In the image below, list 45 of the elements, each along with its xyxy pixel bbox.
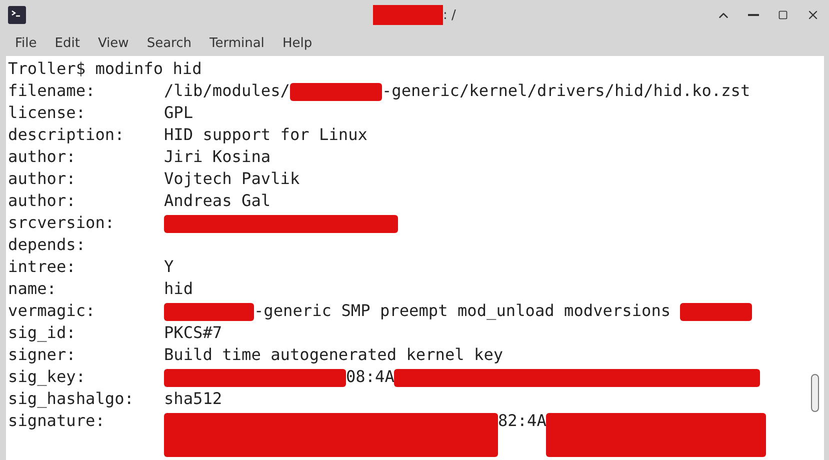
field-label: author: (8, 191, 76, 210)
menu-item[interactable]: View (88, 32, 138, 54)
field-value: 08:4A (346, 366, 394, 388)
field-label: sig_key: (8, 367, 86, 386)
menu-item[interactable]: Terminal (200, 32, 274, 54)
field-value: HID support for Linux (164, 124, 368, 146)
field-label: depends: (8, 235, 86, 254)
field-value: Andreas Gal (164, 190, 271, 212)
field-label: license: (8, 103, 86, 122)
scrollbar-thumb[interactable] (811, 374, 819, 412)
field-value: Build time autogenerated kernel key (164, 344, 504, 366)
window-title: : / (443, 8, 456, 22)
menu-item[interactable]: Edit (46, 32, 89, 54)
field-label: signature: (8, 411, 105, 430)
menu-item[interactable]: Help (273, 32, 322, 54)
field-value: GPL (164, 102, 194, 124)
menu-item[interactable]: File (6, 32, 46, 54)
redaction-mark (373, 5, 444, 25)
field-value: 82:4A (498, 410, 546, 432)
maximize-icon (778, 10, 788, 20)
field-value: -generic/kernel/drivers/hid/hid.ko.zst (382, 80, 750, 102)
field-label: srcversion: (8, 213, 115, 232)
field-value: -generic SMP preempt mod_unload modversions (254, 300, 672, 322)
menu-item[interactable]: Search (138, 32, 200, 54)
field-label: author: (8, 169, 76, 188)
field-label: name: (8, 279, 56, 298)
field-label: description: (8, 125, 124, 144)
field-label: author: (8, 147, 76, 166)
field-value: sha512 (164, 388, 222, 410)
command-prompt: Troller$ modinfo hid (8, 58, 202, 80)
field-value: Vojtech Pavlik (164, 168, 300, 190)
field-label: vermagic: (8, 301, 96, 320)
terminal-icon (8, 6, 26, 24)
minimize-icon (748, 14, 758, 16)
field-value: Jiri Kosina (164, 146, 271, 168)
field-label: intree: (8, 257, 76, 276)
field-label: sig_hashalgo: (8, 389, 134, 408)
field-value: /lib/modules/ (164, 80, 290, 102)
field-label: signer: (8, 345, 76, 364)
close-icon (806, 8, 820, 22)
field-value: hid (164, 278, 194, 300)
field-value: PKCS#7 (164, 322, 222, 344)
field-label: sig_id: (8, 323, 76, 342)
field-value: Y (164, 256, 174, 278)
field-label: filename: (8, 81, 96, 100)
